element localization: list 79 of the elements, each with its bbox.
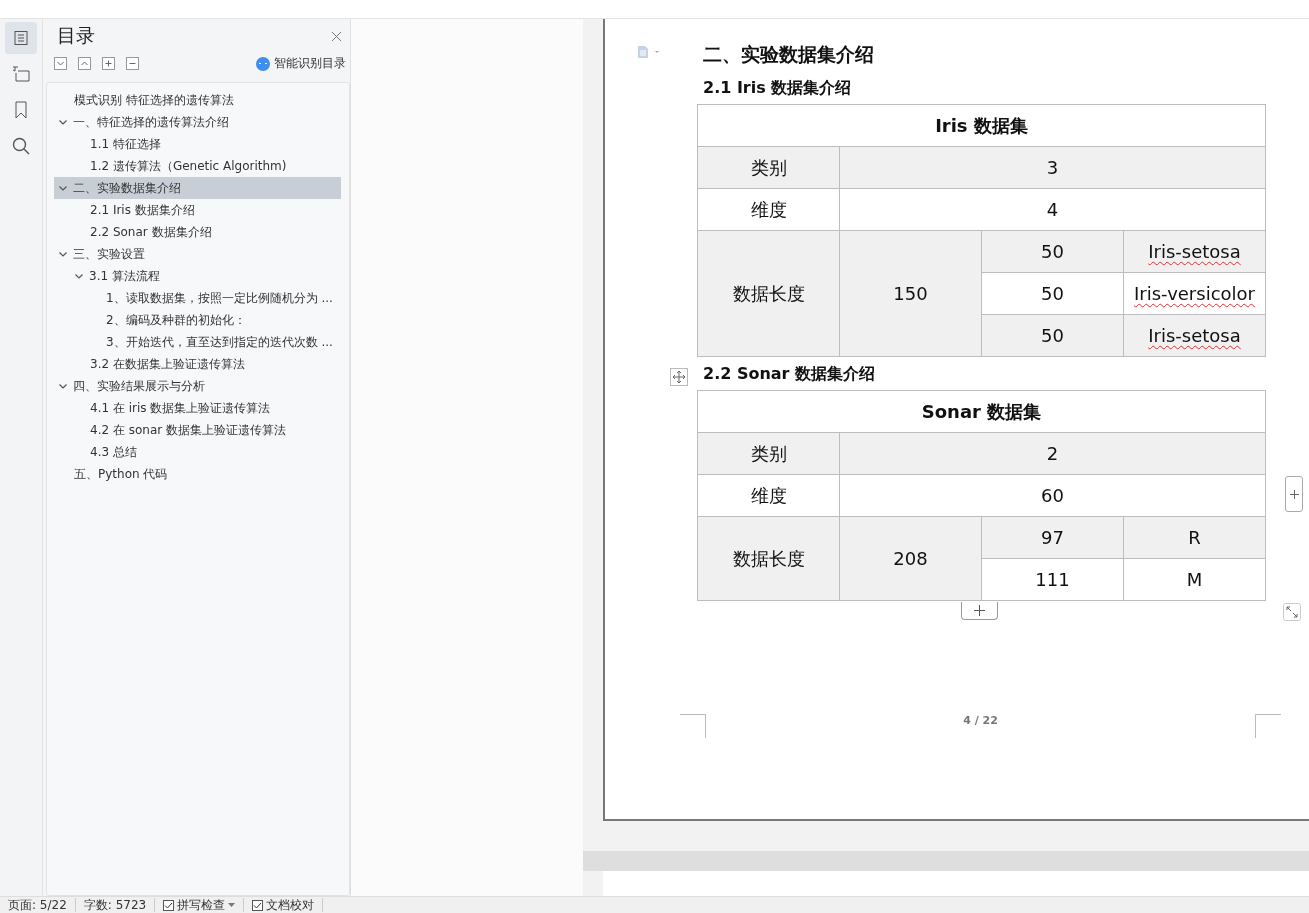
- table-cell: 维度: [697, 474, 840, 517]
- plus-icon: [974, 605, 985, 616]
- page-number: 4 / 22: [963, 714, 998, 727]
- add-row-button[interactable]: [961, 602, 998, 620]
- outline-item[interactable]: 模式识别 特征选择的遗传算法: [54, 89, 341, 111]
- table-cell: 97: [981, 516, 1124, 559]
- outline-item[interactable]: 1、读取数据集，按照一定比例随机分为 ...: [54, 287, 341, 309]
- close-icon[interactable]: [331, 30, 342, 42]
- search-icon: [12, 137, 30, 155]
- outline-item[interactable]: 2.2 Sonar 数据集介绍: [54, 221, 341, 243]
- plus-icon[interactable]: [102, 57, 115, 70]
- caret-icon[interactable]: [58, 183, 68, 193]
- minus-icon[interactable]: [126, 57, 139, 70]
- outline-item[interactable]: 三、实验设置: [54, 243, 341, 265]
- collapse-all-icon[interactable]: [78, 57, 91, 70]
- outline-item[interactable]: 3、开始迭代，直至达到指定的迭代次数 ...: [54, 331, 341, 353]
- bookmark-icon: [14, 101, 28, 119]
- outline-item[interactable]: 3.1 算法流程: [54, 265, 341, 287]
- panel-title: 目录: [57, 23, 95, 48]
- table-cell: 数据长度: [697, 516, 840, 601]
- caret-icon: [228, 902, 236, 908]
- checkbox-icon: [252, 899, 264, 911]
- table-cell: 50: [981, 230, 1124, 273]
- robot-face-icon: [256, 56, 270, 71]
- outline-item[interactable]: 4.3 总结: [54, 441, 341, 463]
- table-cell: R: [1123, 516, 1266, 559]
- caret-icon[interactable]: [58, 249, 68, 259]
- page-count: 页面: 5/22: [0, 898, 76, 912]
- outline-item[interactable]: 4.1 在 iris 数据集上验证遗传算法: [54, 397, 341, 419]
- outline-item[interactable]: 1.1 特征选择: [54, 133, 341, 155]
- table-cell: 4: [839, 188, 1266, 231]
- outline-item[interactable]: 四、实验结果展示与分析: [54, 375, 341, 397]
- caret-icon[interactable]: [58, 381, 68, 391]
- table-cell: 类别: [697, 146, 840, 189]
- outline-item[interactable]: 一、特征选择的遗传算法介绍: [54, 111, 341, 133]
- checkbox-icon: [163, 899, 175, 911]
- plus-icon: [1289, 489, 1299, 499]
- outline-item[interactable]: 4.2 在 sonar 数据集上验证遗传算法: [54, 419, 341, 441]
- table-cell: 2: [839, 432, 1266, 475]
- table-cell: 208: [839, 516, 982, 601]
- table-cell: Iris-versicolor: [1123, 272, 1266, 315]
- outline-tab[interactable]: [5, 22, 37, 54]
- outline-item[interactable]: 3.2 在数据集上验证遗传算法: [54, 353, 341, 375]
- section-heading: 二、实验数据集介绍: [703, 42, 875, 67]
- move-handle-icon[interactable]: [670, 368, 688, 386]
- outline-item[interactable]: 2.1 Iris 数据集介绍: [54, 199, 341, 221]
- table-cell: 维度: [697, 188, 840, 231]
- table-title: Sonar 数据集: [697, 390, 1266, 433]
- table-cell: 50: [981, 272, 1124, 315]
- outline-item[interactable]: 2、编码及种群的初始化：: [54, 309, 341, 331]
- corner-mark-icon: [1255, 714, 1281, 738]
- resize-icon[interactable]: [1283, 603, 1301, 621]
- smart-outline-button[interactable]: 智能识别目录: [256, 55, 346, 72]
- table-cell: 150: [839, 230, 982, 357]
- table-cell: 60: [839, 474, 1266, 517]
- word-count: 字数: 5723: [75, 898, 156, 912]
- table-cell: 3: [839, 146, 1266, 189]
- caret-icon[interactable]: [74, 271, 84, 281]
- expand-all-icon[interactable]: [54, 57, 67, 70]
- table-cell: 50: [981, 314, 1124, 357]
- table-cell: 数据长度: [697, 230, 840, 357]
- caret-icon[interactable]: [58, 117, 68, 127]
- table-title: Iris 数据集: [697, 104, 1266, 147]
- tree-panel-icon: [12, 65, 30, 83]
- table-cell: 类别: [697, 432, 840, 475]
- outline-item[interactable]: 五、Python 代码: [54, 463, 341, 485]
- list-document-icon: [13, 30, 29, 46]
- table-cell: Iris-setosa: [1123, 230, 1266, 273]
- corner-mark-icon: [680, 714, 706, 738]
- outline-item[interactable]: 1.2 遗传算法（Genetic Algorithm): [54, 155, 341, 177]
- table-cell: M: [1123, 558, 1266, 601]
- table-cell: Iris-setosa: [1123, 314, 1266, 357]
- spell-check-toggle[interactable]: 拼写检查: [155, 898, 245, 912]
- table-cell: 111: [981, 558, 1124, 601]
- proofread-toggle[interactable]: 文档校对: [244, 898, 324, 912]
- subsection-heading: 2.1 Iris 数据集介绍: [703, 77, 853, 99]
- subsection-heading: 2.2 Sonar 数据集介绍: [703, 363, 877, 385]
- outline-item[interactable]: 二、实验数据集介绍: [54, 177, 341, 199]
- add-column-button[interactable]: [1285, 476, 1303, 512]
